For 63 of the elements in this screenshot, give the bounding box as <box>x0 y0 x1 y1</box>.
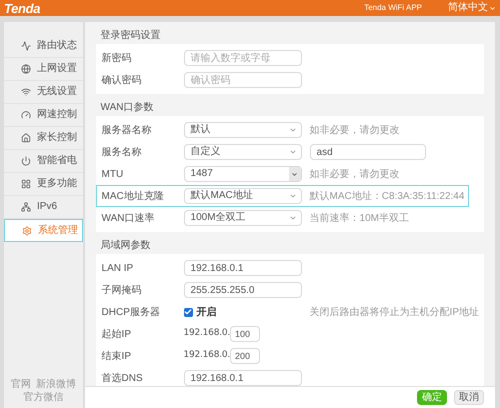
house-icon <box>21 133 31 143</box>
sidebar-item[interactable]: 路由状态 <box>4 35 83 58</box>
logo: Tenda <box>4 2 40 14</box>
power-icon <box>21 156 31 166</box>
input-field[interactable]: 255.255.255.0 <box>184 282 302 298</box>
section-title: 局域网参数 <box>100 238 152 252</box>
dropdown-field[interactable]: 自定义 <box>184 144 302 160</box>
hint-text: 如非必要，请勿更改 <box>310 124 400 138</box>
field-label: 子网掩码 <box>102 284 143 298</box>
input-field[interactable]: 192.168.0.1 <box>184 370 302 386</box>
field-label: WAN口速率 <box>102 212 156 226</box>
checkbox-label: 开启 <box>196 305 217 320</box>
input-field[interactable]: 确认密码 <box>184 72 302 88</box>
field-label: MAC地址克隆 <box>102 190 165 204</box>
input-field[interactable]: 200 <box>230 348 260 364</box>
hint-text: 当前速率：10M半双工 <box>310 212 409 226</box>
sidebar-item[interactable]: 网速控制 <box>4 104 83 127</box>
sidebar-item[interactable]: 智能省电 <box>4 150 83 173</box>
field-label: 确认密码 <box>102 74 143 88</box>
hint-text: 关闭后路由器将停止为主机分配IP地址 <box>310 306 479 320</box>
sidebar-item[interactable]: 上网设置 <box>4 58 83 81</box>
checkbox[interactable] <box>184 308 193 316</box>
section-title: WAN口参数 <box>100 100 155 114</box>
dropdown-button[interactable] <box>288 167 301 181</box>
caret-icon <box>489 4 496 12</box>
globe-icon <box>21 64 31 74</box>
field-label: 服务名称 <box>102 146 143 160</box>
sidebar-item[interactable]: 更多功能 <box>4 173 83 196</box>
caret-icon <box>288 214 297 222</box>
activity-icon <box>21 41 31 51</box>
caret-icon <box>288 126 297 134</box>
input-field[interactable]: 100 <box>230 326 260 342</box>
input-field[interactable]: 请输入数字或字母 <box>184 50 302 66</box>
hint-text: 如非必要，请勿更改 <box>310 168 400 182</box>
dropdown-field[interactable]: 默认 <box>184 122 302 138</box>
ip-prefix: 192.168.0. <box>184 327 230 340</box>
caret-icon <box>288 192 297 200</box>
section-title: 登录密码设置 <box>100 28 162 42</box>
ip-prefix: 192.168.0. <box>184 349 230 362</box>
field-label: 起始IP <box>102 328 132 342</box>
dropdown-field[interactable]: 100M全双工 <box>184 210 302 226</box>
input-field[interactable]: asd <box>310 144 426 160</box>
field-label: 首选DNS <box>102 372 144 386</box>
sidebar-item[interactable]: 家长控制 <box>4 127 83 150</box>
field-label: 服务器名称 <box>102 124 153 138</box>
sidebar-item[interactable]: 无线设置 <box>4 81 83 104</box>
field-label: LAN IP <box>102 262 134 276</box>
caret-icon <box>288 148 297 156</box>
network-icon <box>21 202 31 212</box>
field-label: DHCP服务器 <box>102 306 161 320</box>
field-label: 新密码 <box>102 52 133 66</box>
dropdown-field[interactable]: 默认MAC地址 <box>184 188 302 204</box>
dropdown-field[interactable]: 1487 <box>184 166 302 182</box>
cancel-button[interactable]: 取消 <box>454 390 484 405</box>
hint-text: 默认MAC地址：C8:3A:35:11:22:44 <box>310 190 464 204</box>
caret-icon <box>291 170 298 178</box>
settings-icon <box>22 226 32 236</box>
gauge-icon <box>21 110 31 120</box>
grid-icon <box>21 179 31 189</box>
field-label: 结束IP <box>102 350 132 364</box>
field-label: MTU <box>102 168 124 182</box>
input-field[interactable]: 192.168.0.1 <box>184 260 302 276</box>
wifi-icon <box>21 87 31 97</box>
